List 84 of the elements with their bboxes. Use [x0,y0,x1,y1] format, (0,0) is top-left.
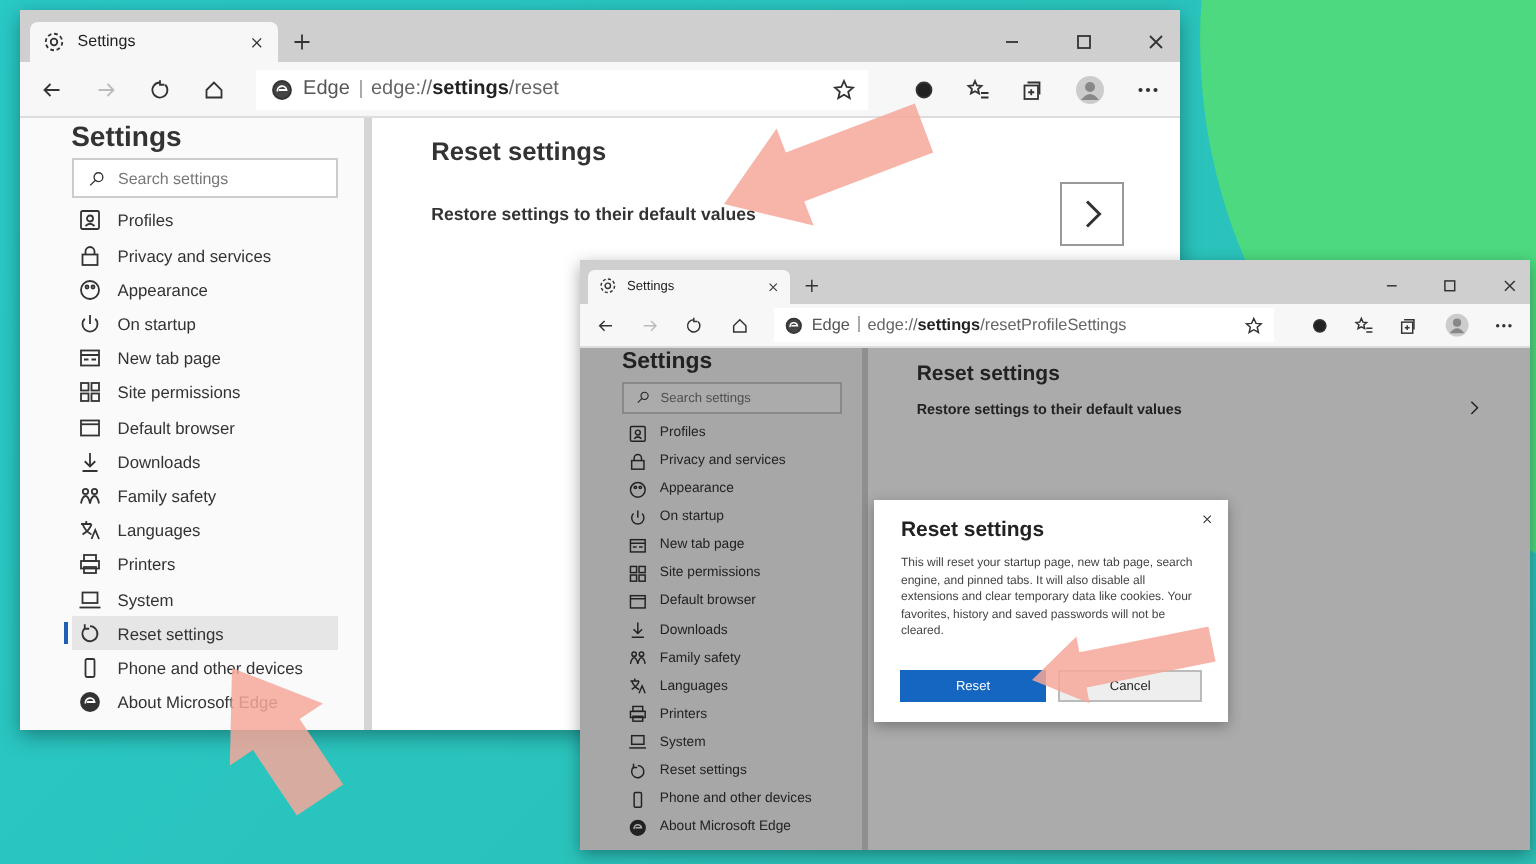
home-icon[interactable] [729,315,749,335]
gear-icon [598,276,618,296]
sidebar-item[interactable]: New tab page [71,341,339,376]
chevron-button[interactable] [1060,182,1124,247]
site-label: Edge [811,315,850,334]
sidebar-item[interactable]: Default browser [71,409,339,445]
family-icon [77,483,102,508]
new-tab-icon[interactable] [290,30,315,54]
star-icon[interactable] [831,77,856,102]
refresh-icon[interactable] [147,77,172,102]
avatar-icon[interactable] [1074,73,1107,106]
language-icon [77,518,102,543]
family-icon [627,648,647,669]
download-icon [627,620,647,640]
browser-logo-icon [627,817,647,838]
favorites-icon[interactable] [1354,315,1374,335]
sidebar-item[interactable]: Family safety [71,478,339,514]
site-label: Edge [303,78,350,101]
new-tab-icon[interactable] [801,276,821,297]
sidebar-item[interactable]: Appearance [71,272,339,307]
sidebar-item[interactable]: System [71,581,339,617]
reset-icon [77,621,102,646]
printer-icon [77,552,102,577]
lock-icon [77,243,102,268]
grid-icon [77,380,102,405]
tab-page-icon [627,535,647,556]
back-icon[interactable] [595,315,616,335]
download-icon [77,449,102,474]
grid-icon [627,564,647,584]
sidebar-item[interactable]: Languages [71,513,339,548]
language-icon [627,676,647,697]
tab-title: Settings [77,32,138,51]
maximize-icon[interactable] [1071,30,1096,54]
close-icon[interactable] [766,279,781,294]
laptop-icon [627,732,647,753]
home-icon[interactable] [202,77,227,102]
window-icon [77,415,102,440]
close-icon[interactable] [247,33,265,51]
gear-icon [42,29,67,54]
sidebar-item[interactable]: Downloads [71,444,339,479]
browser-logo-icon [269,77,294,102]
sidebar-item[interactable]: Site permissions [71,375,339,410]
close-icon[interactable] [1143,30,1168,54]
maximize-icon[interactable] [1440,276,1461,297]
url-text: edge://settings/reset [370,78,559,101]
close-icon[interactable] [1200,512,1216,527]
browser-logo-icon [77,690,102,715]
address-bar[interactable]: Edge edge://settings/resetProfileSettings [773,308,1275,342]
url-text: edge://settings/resetProfileSettings [867,315,1127,334]
tab-page-icon [77,346,102,371]
collections-icon[interactable] [1020,77,1045,102]
window-icon [627,592,647,612]
dialog-title: Reset settings [900,520,1047,542]
sidebar-heading: Settings [71,120,184,154]
close-icon[interactable] [1499,276,1520,297]
reset-icon [627,761,647,781]
section-heading: Reset settings [916,364,1062,387]
favorites-icon[interactable] [965,77,990,102]
avatar-icon[interactable] [1443,311,1470,338]
lock-icon [627,451,647,471]
profile-icon [77,208,102,233]
browser-logo-icon [784,315,804,335]
sidebar-item[interactable]: Printers [71,547,339,582]
search-icon [87,169,105,187]
setting-row-label[interactable]: Restore settings to their default values [431,204,756,225]
sidebar-item[interactable]: Profiles [71,203,339,239]
printer-icon [627,704,647,725]
section-heading: Reset settings [431,136,609,167]
power-icon [627,507,647,528]
profile-icon [627,423,647,443]
sidebar-item[interactable]: Phone and other devices [71,650,339,685]
sidebar-heading: Settings [621,350,715,379]
refresh-icon[interactable] [684,315,705,335]
phone-icon [627,789,647,809]
search-icon [635,390,650,406]
sidebar-item[interactable]: Privacy and services [71,238,339,273]
power-icon [77,312,102,337]
collections-icon[interactable] [1398,315,1419,335]
search-field[interactable]: Search settings [71,158,339,199]
address-bar[interactable]: Edge edge://settings/reset [256,69,869,110]
laptop-icon [77,587,102,612]
browser-tab[interactable]: Settings [29,21,278,63]
sidebar-item[interactable]: On startup [71,306,339,342]
star-icon[interactable] [1244,315,1265,335]
